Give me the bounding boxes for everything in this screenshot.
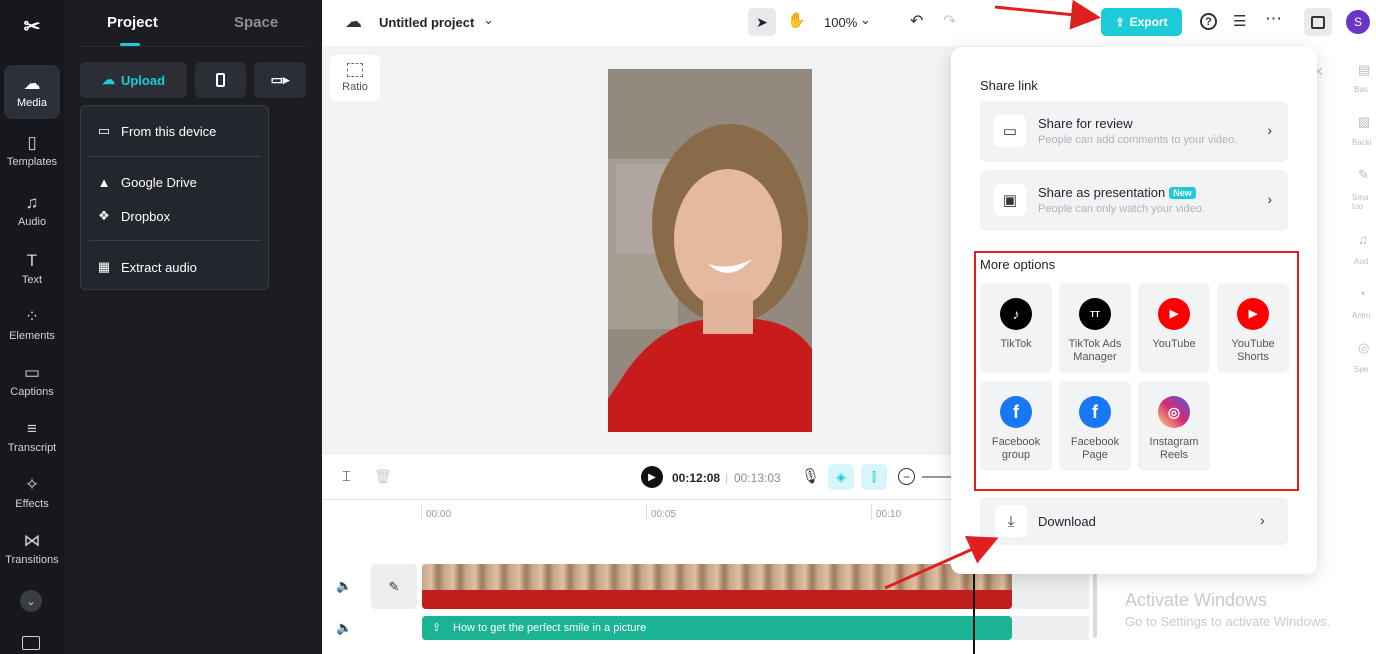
arrow-to-export [994,0,1101,30]
windows-watermark-title: Activate Windows [1125,590,1268,610]
windows-watermark-sub: Go to Settings to activate Windows. [1125,614,1331,629]
annotation-arrows [884,0,1101,590]
arrow-to-download [884,536,999,590]
